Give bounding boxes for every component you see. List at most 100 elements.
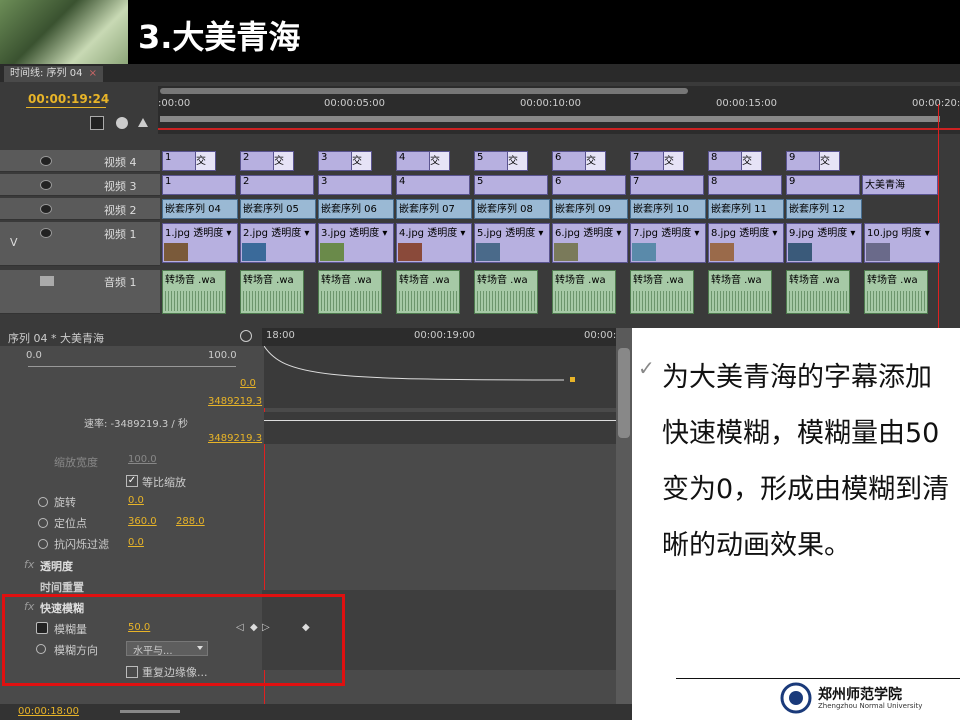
v1-clip[interactable]: 4.jpg 透明度 ▾ bbox=[396, 223, 472, 263]
a1-clip[interactable]: 转场音 .wa bbox=[162, 270, 226, 314]
timecode-display[interactable]: 00:00:19:24 bbox=[28, 92, 109, 106]
track-name-v4: 视频 4 bbox=[104, 156, 137, 169]
transition-marker[interactable]: 交 bbox=[585, 152, 605, 170]
v4-clip[interactable]: 1交 bbox=[162, 151, 216, 171]
a1-clip[interactable]: 转场音 .wa bbox=[552, 270, 616, 314]
eye-icon[interactable] bbox=[40, 204, 52, 214]
v2-nested-clip[interactable]: 嵌套序列 09 bbox=[552, 199, 628, 219]
snap-icon[interactable] bbox=[90, 116, 104, 130]
antiflicker-value[interactable]: 0.0 bbox=[128, 537, 144, 548]
v4-clip[interactable]: 2交 bbox=[240, 151, 294, 171]
marker-icon[interactable] bbox=[116, 117, 128, 129]
value-slider[interactable] bbox=[28, 366, 236, 367]
a1-clip[interactable]: 转场音 .wa bbox=[318, 270, 382, 314]
track-target-v[interactable]: V bbox=[10, 236, 18, 249]
v4-clip[interactable]: 7交 bbox=[630, 151, 684, 171]
v3-clip[interactable]: 4 bbox=[396, 175, 470, 195]
v3-clip[interactable]: 2 bbox=[240, 175, 314, 195]
v2-nested-clip[interactable]: 嵌套序列 06 bbox=[318, 199, 394, 219]
transition-marker[interactable]: 交 bbox=[507, 152, 527, 170]
university-logo: 郑州师范学院 Zhengzhou Normal University bbox=[780, 682, 922, 718]
v2-nested-clip[interactable]: 嵌套序列 05 bbox=[240, 199, 316, 219]
footer-timecode[interactable]: 00:00:18:00 bbox=[18, 706, 79, 717]
transition-marker[interactable]: 交 bbox=[741, 152, 761, 170]
a1-clip[interactable]: 转场音 .wa bbox=[630, 270, 694, 314]
v3-clip[interactable]: 9 bbox=[786, 175, 860, 195]
v1-clip[interactable]: 6.jpg 透明度 ▾ bbox=[552, 223, 628, 263]
v1-clip[interactable]: 3.jpg 透明度 ▾ bbox=[318, 223, 394, 263]
effects-ruler[interactable]: 18:00 00:00:19:00 00:00: bbox=[262, 328, 616, 346]
tab-close-icon[interactable]: × bbox=[89, 68, 97, 79]
a1-clip[interactable]: 转场音 .wa bbox=[240, 270, 304, 314]
scrollbar-thumb[interactable] bbox=[618, 348, 630, 438]
transition-marker[interactable]: 交 bbox=[273, 152, 293, 170]
time-remap-label[interactable]: 时间重置 bbox=[40, 579, 84, 595]
v1-clip[interactable]: 8.jpg 透明度 ▾ bbox=[708, 223, 784, 263]
timeline-panel: 时间线: 序列 04 × 00:00:19:24 :00:00 00:00:05… bbox=[0, 64, 960, 328]
v3-clip[interactable]: 3 bbox=[318, 175, 392, 195]
v1-clip[interactable]: 1.jpg 透明度 ▾ bbox=[162, 223, 238, 263]
v3-title-clip[interactable]: 大美青海 bbox=[862, 175, 938, 195]
v3-clip[interactable]: 6 bbox=[552, 175, 626, 195]
opacity-effect-label[interactable]: 透明度 bbox=[40, 558, 73, 574]
transition-marker[interactable]: 交 bbox=[663, 152, 683, 170]
v2-nested-clip[interactable]: 嵌套序列 07 bbox=[396, 199, 472, 219]
v4-clip[interactable]: 4交 bbox=[396, 151, 450, 171]
value-big-2[interactable]: 3489219.3 bbox=[208, 433, 262, 444]
v3-clip[interactable]: 5 bbox=[474, 175, 548, 195]
v4-clip[interactable]: 5交 bbox=[474, 151, 528, 171]
stopwatch-icon[interactable] bbox=[38, 518, 48, 528]
v2-nested-clip[interactable]: 嵌套序列 08 bbox=[474, 199, 550, 219]
anchor-label: 定位点 bbox=[54, 517, 87, 530]
v4-clip[interactable]: 3交 bbox=[318, 151, 372, 171]
keyframe-dot[interactable] bbox=[570, 377, 575, 382]
v1-clip[interactable]: 10.jpg 明度 ▾ bbox=[864, 223, 940, 263]
effects-scrollbar[interactable] bbox=[616, 328, 632, 720]
v1-clip[interactable]: 7.jpg 透明度 ▾ bbox=[630, 223, 706, 263]
stopwatch-icon[interactable] bbox=[38, 497, 48, 507]
value-0[interactable]: 0.0 bbox=[240, 378, 256, 389]
v4-clip[interactable]: 8交 bbox=[708, 151, 762, 171]
a1-clip[interactable]: 转场音 .wa bbox=[474, 270, 538, 314]
speaker-icon[interactable] bbox=[40, 276, 54, 286]
transition-marker[interactable]: 交 bbox=[351, 152, 371, 170]
v2-nested-clip[interactable]: 嵌套序列 12 bbox=[786, 199, 862, 219]
a1-clip[interactable]: 转场音 .wa bbox=[864, 270, 928, 314]
v3-clip[interactable]: 1 bbox=[162, 175, 236, 195]
v2-nested-clip[interactable]: 嵌套序列 04 bbox=[162, 199, 238, 219]
a1-clip[interactable]: 转场音 .wa bbox=[708, 270, 772, 314]
tab-label: 时间线: 序列 04 bbox=[10, 68, 83, 79]
anchor-y[interactable]: 288.0 bbox=[176, 516, 205, 527]
v3-clip[interactable]: 7 bbox=[630, 175, 704, 195]
v3-title-clip-label: 大美青海 bbox=[865, 180, 905, 191]
uniform-scale-checkbox[interactable]: ✓ bbox=[126, 475, 138, 487]
audio-waveform bbox=[711, 291, 769, 311]
set-in-icon[interactable] bbox=[138, 118, 148, 127]
zoom-slider[interactable] bbox=[120, 710, 180, 713]
v4-clip-label: 1 bbox=[165, 152, 172, 163]
graph-area bbox=[263, 345, 616, 408]
transition-marker[interactable]: 交 bbox=[429, 152, 449, 170]
eye-icon[interactable] bbox=[40, 180, 52, 190]
effects-menu-icon[interactable] bbox=[240, 330, 252, 342]
v1-clip[interactable]: 9.jpg 透明度 ▾ bbox=[786, 223, 862, 263]
value-big-1[interactable]: 3489219.3 bbox=[208, 396, 262, 407]
eye-icon[interactable] bbox=[40, 156, 52, 166]
v4-clip[interactable]: 9交 bbox=[786, 151, 840, 171]
eye-icon[interactable] bbox=[40, 228, 52, 238]
v2-nested-clip[interactable]: 嵌套序列 10 bbox=[630, 199, 706, 219]
a1-clip[interactable]: 转场音 .wa bbox=[396, 270, 460, 314]
v1-clip[interactable]: 5.jpg 透明度 ▾ bbox=[474, 223, 550, 263]
anchor-x[interactable]: 360.0 bbox=[128, 516, 157, 527]
v3-clip-label: 3 bbox=[321, 176, 328, 187]
tab-timeline[interactable]: 时间线: 序列 04 × bbox=[4, 66, 104, 82]
transition-marker[interactable]: 交 bbox=[195, 152, 215, 170]
v4-clip[interactable]: 6交 bbox=[552, 151, 606, 171]
a1-clip[interactable]: 转场音 .wa bbox=[786, 270, 850, 314]
rotation-value[interactable]: 0.0 bbox=[128, 495, 144, 506]
v3-clip[interactable]: 8 bbox=[708, 175, 782, 195]
stopwatch-icon[interactable] bbox=[38, 539, 48, 549]
v2-nested-clip[interactable]: 嵌套序列 11 bbox=[708, 199, 784, 219]
transition-marker[interactable]: 交 bbox=[819, 152, 839, 170]
v1-clip[interactable]: 2.jpg 透明度 ▾ bbox=[240, 223, 316, 263]
